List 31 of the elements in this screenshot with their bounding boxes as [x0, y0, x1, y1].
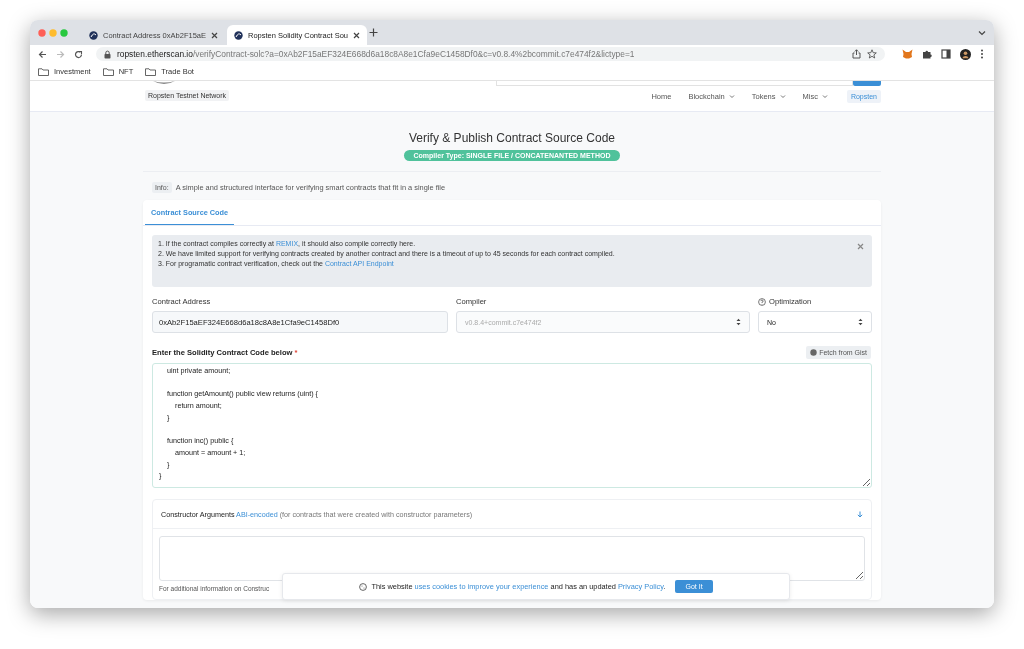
- plus-icon[interactable]: [369, 28, 379, 37]
- share-icon[interactable]: [852, 49, 861, 59]
- back-icon[interactable]: [38, 49, 47, 59]
- fox-icon[interactable]: [902, 49, 913, 59]
- logo-icon: [153, 81, 175, 86]
- sort-arrows-icon: [736, 318, 741, 326]
- folder-icon: [38, 67, 49, 76]
- caret-icon: [779, 94, 786, 99]
- lock-icon: [104, 49, 111, 59]
- cookie-icon: [359, 582, 368, 591]
- folder-icon: [102, 67, 114, 76]
- help-icon: [758, 297, 766, 306]
- reload-icon[interactable]: [74, 49, 83, 59]
- address-bar[interactable]: ropsten.etherscan.io/verifyContract-solc?a=0xAb2F15aEF324E668d6a18c8A8e1Cfa9eC1458Df0&c=v0.8.4%2bcommit.c7e474f2&lictype=1: [96, 47, 885, 61]
- site-icon: [89, 30, 98, 40]
- sidebar-icon[interactable]: [941, 49, 951, 59]
- close-icon[interactable]: [211, 31, 218, 39]
- folder-icon: [145, 67, 157, 76]
- avatar-icon[interactable]: [960, 48, 971, 60]
- page-title: Verify & Publish Contract Source Code: [407, 131, 617, 145]
- puzzle-icon[interactable]: [922, 49, 932, 59]
- url-text: ropsten.etherscan.io/verifyContract-solc?a=0xAb2F15aEF324E668d6a18c8A8e1Cfa9eC1458Df0&c=v0.8.4%2bcommit.c7e474f2&lictype=1: [117, 49, 635, 59]
- sort-arrows-icon: [858, 318, 863, 326]
- site-icon: [234, 30, 243, 40]
- down-arrow-icon[interactable]: [857, 510, 863, 518]
- caret-icon: [821, 94, 828, 99]
- chevron-icon[interactable]: [978, 29, 986, 36]
- close-icon[interactable]: [353, 31, 361, 39]
- star-icon[interactable]: [867, 49, 877, 59]
- more-icon[interactable]: [980, 49, 984, 59]
- caret-icon: [728, 94, 735, 99]
